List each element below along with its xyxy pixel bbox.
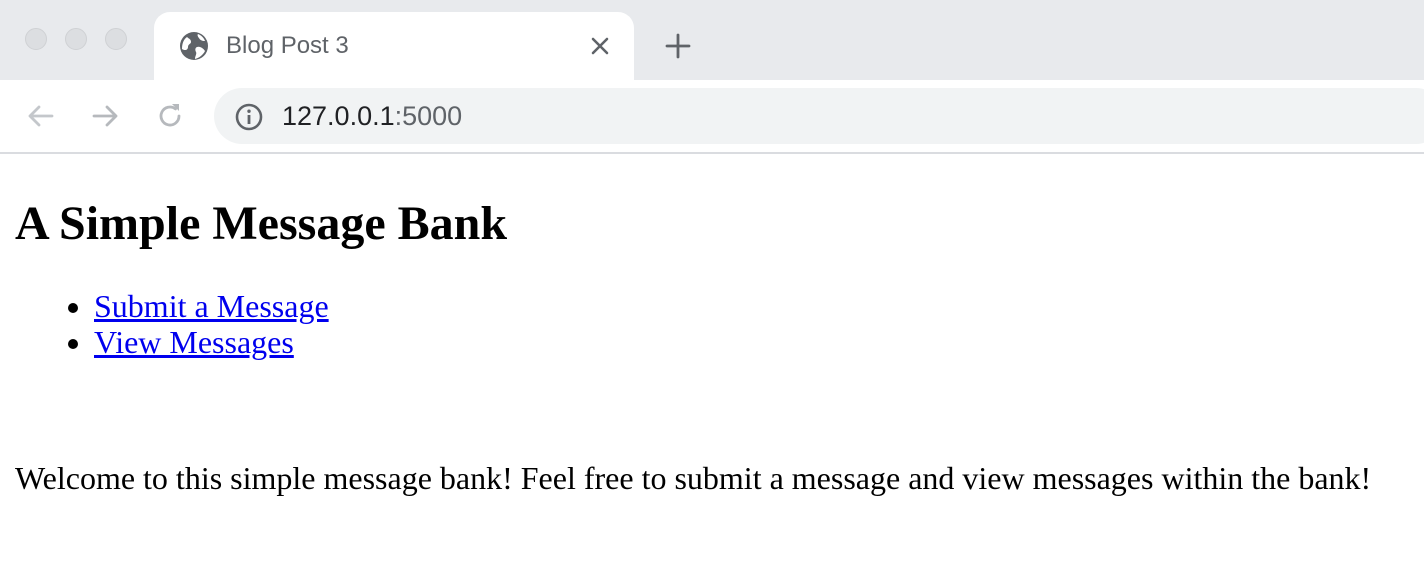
page-content: A Simple Message Bank Submit a Message V… [0, 154, 1424, 576]
nav-links: Submit a Message View Messages [94, 288, 329, 360]
close-icon[interactable] [588, 34, 612, 58]
url-host: 127.0.0.1 [282, 101, 395, 131]
url-port: :5000 [394, 101, 463, 131]
close-window-button[interactable] [25, 28, 47, 50]
arrow-left-icon[interactable] [25, 100, 57, 132]
view-messages-link[interactable]: View Messages [94, 324, 294, 360]
arrow-right-icon[interactable] [89, 100, 121, 132]
reload-icon[interactable] [154, 100, 186, 132]
browser-titlebar: Blog Post 3 [0, 0, 1424, 80]
tab-title: Blog Post 3 [226, 32, 349, 59]
globe-icon [180, 32, 208, 60]
list-item: View Messages [94, 324, 329, 360]
browser-tab[interactable]: Blog Post 3 [154, 12, 634, 80]
address-bar[interactable]: 127.0.0.1:5000 [214, 88, 1424, 144]
welcome-text: Welcome to this simple message bank! Fee… [15, 460, 1372, 496]
browser-toolbar: 127.0.0.1:5000 [0, 80, 1424, 154]
plus-icon[interactable] [664, 32, 692, 60]
minimize-window-button[interactable] [65, 28, 87, 50]
url-text[interactable]: 127.0.0.1:5000 [282, 100, 462, 132]
page-title: A Simple Message Bank [15, 197, 508, 250]
maximize-window-button[interactable] [105, 28, 127, 50]
submit-message-link[interactable]: Submit a Message [94, 288, 329, 324]
list-item: Submit a Message [94, 288, 329, 324]
info-icon[interactable] [234, 102, 264, 132]
